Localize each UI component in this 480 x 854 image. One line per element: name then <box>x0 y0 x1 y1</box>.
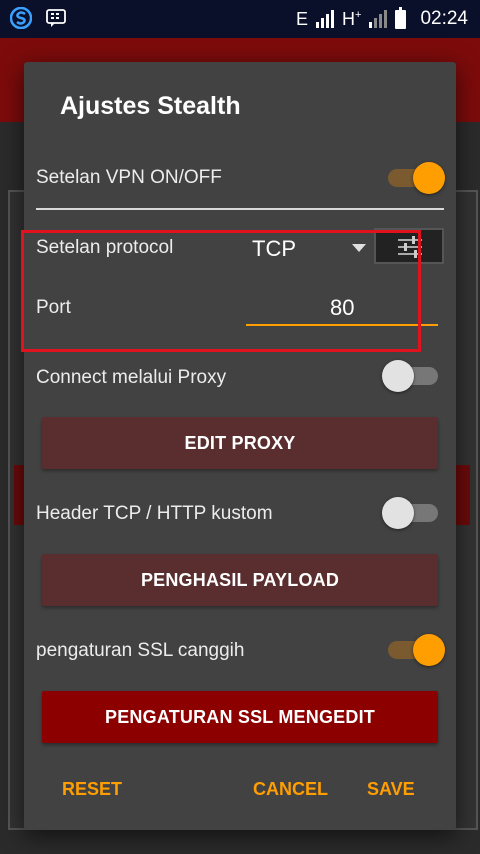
signal-icon <box>316 10 335 28</box>
header-toggle[interactable] <box>382 497 442 529</box>
clock: 02:24 <box>420 8 468 29</box>
header-switch-label: Header TCP / HTTP kustom <box>36 503 273 524</box>
edit-proxy-button[interactable]: EDIT PROXY <box>42 417 438 469</box>
proxy-switch-label: Connect melalui Proxy <box>36 367 227 388</box>
payload-generator-button[interactable]: PENGHASIL PAYLOAD <box>42 554 438 606</box>
reset-button[interactable]: RESET <box>62 779 122 800</box>
highlight-box <box>21 230 421 352</box>
signal-icon-2 <box>369 10 388 28</box>
battery-icon <box>395 6 407 29</box>
s-app-icon <box>10 7 32 29</box>
ssl-switch-label: pengaturan SSL canggih <box>36 640 245 661</box>
cancel-button[interactable]: CANCEL <box>253 779 328 800</box>
bbm-icon <box>46 9 66 27</box>
divider <box>36 208 444 210</box>
ssl-edit-button[interactable]: PENGATURAN SSL MENGEDIT <box>42 691 438 743</box>
status-bar: E H+ 02:24 <box>0 0 480 38</box>
vpn-switch-label: Setelan VPN ON/OFF <box>36 167 222 188</box>
proxy-toggle[interactable] <box>382 360 442 392</box>
ssl-toggle[interactable] <box>388 634 445 666</box>
settings-dialog: Ajustes Stealth Setelan VPN ON/OFF Setel… <box>21 62 456 830</box>
vpn-toggle[interactable] <box>388 162 445 194</box>
network-type-1: E <box>296 8 309 29</box>
save-button[interactable]: SAVE <box>367 779 415 800</box>
network-type-2: H+ <box>342 8 362 29</box>
dialog-title: Ajustes Stealth <box>60 92 241 120</box>
